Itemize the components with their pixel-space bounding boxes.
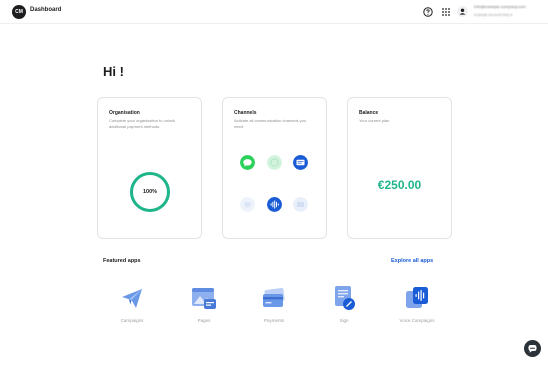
help-icon[interactable] [423,7,433,17]
user-avatar-icon[interactable] [457,6,468,17]
channels-card-title: Channels [234,110,257,116]
app-tile-payments[interactable]: Payments [249,284,299,328]
organisation-progress-label: 100% [142,189,158,195]
pages-icon [192,288,216,309]
featured-apps-title: Featured apps [103,258,141,264]
app-label-payments: Payments [263,318,284,323]
app-label-voice-campaigns: Voice Campaigns [399,318,435,323]
whatsapp-channel-icon[interactable] [267,155,282,170]
rcs-channel-icon[interactable] [293,155,308,170]
organisation-card[interactable]: Organisation Complete your organisation … [97,97,202,239]
app-tile-pages[interactable]: Pages [179,284,229,328]
balance-amount: €250.00 [377,178,422,192]
support-chat-button[interactable] [524,340,541,357]
app-tile-sign[interactable]: Sign [319,284,369,328]
app-label-pages: Pages [197,318,211,323]
page-greeting: Hi ! [103,64,124,79]
app-label-sign: Sign [339,318,349,323]
channels-card-description: Activate all communication channels you … [234,118,307,129]
balance-card-title: Balance [359,110,379,116]
chat-bubble-icon [528,345,537,353]
channels-card[interactable]: Channels Activate all communication chan… [222,97,327,239]
apple-messages-channel-icon[interactable] [240,197,255,212]
sms-channel-icon[interactable] [240,155,255,170]
paper-plane-icon [122,289,142,308]
app-tile-campaigns[interactable]: Campaigns [107,284,157,328]
explore-all-apps-link[interactable]: Explore all apps [391,258,433,264]
voice-channel-icon[interactable] [267,197,282,212]
apps-grid-icon[interactable] [441,7,451,17]
app-label-campaigns: Campaigns [120,318,144,323]
top-bar: CM Dashboard info@example-company.com Ex… [0,0,548,24]
organisation-card-description: Complete your organisation to unlock add… [109,118,176,129]
app-tile-voice-campaigns[interactable]: Voice Campaigns [392,284,442,328]
app-title: Dashboard [30,7,62,13]
balance-card-description: Your current plan [359,118,390,123]
account-subtitle: Example Account Help & [474,13,513,17]
cm-logo[interactable]: CM [12,5,26,19]
email-channel-icon[interactable] [293,197,308,212]
organisation-card-title: Organisation [109,110,140,116]
sign-document-icon [335,286,355,310]
account-name[interactable]: info@example-company.com [474,4,534,10]
balance-card[interactable]: Balance Your current plan €250.00 [347,97,452,239]
voice-icon [406,287,428,308]
credit-card-icon [263,287,285,307]
